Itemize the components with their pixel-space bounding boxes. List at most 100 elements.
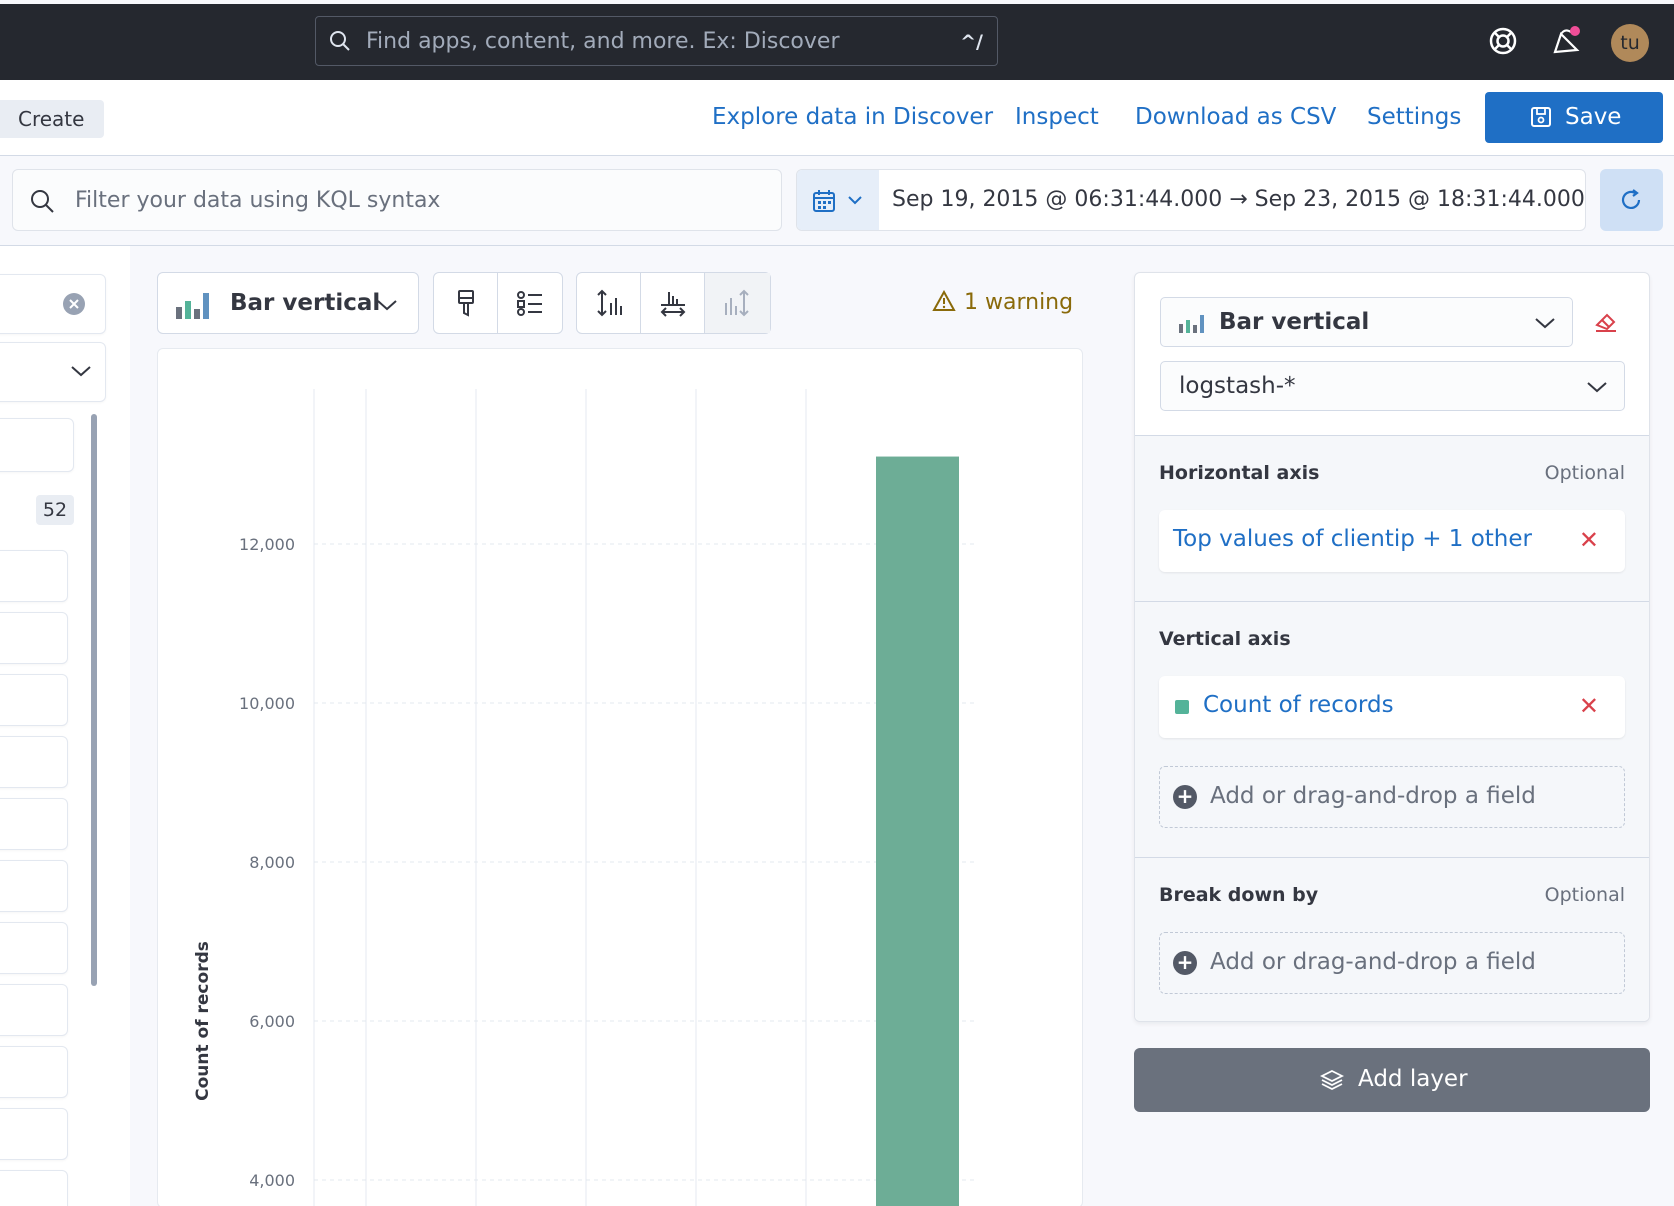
add-field-label: Add or drag-and-drop a field <box>1210 949 1536 975</box>
search-icon <box>31 190 54 213</box>
help-icon[interactable] <box>1486 24 1520 58</box>
bar <box>876 456 959 1206</box>
field-item[interactable] <box>0 1170 68 1206</box>
warning-button[interactable]: 1 warning <box>932 289 1074 315</box>
explore-in-discover-link[interactable]: Explore data in Discover <box>712 104 993 130</box>
search-icon <box>330 31 350 51</box>
search-shortcut: ^/ <box>960 31 983 53</box>
index-pattern-label: logstash-* <box>1179 373 1296 399</box>
global-search-placeholder: Find apps, content, and more. Ex: Discov… <box>366 29 840 54</box>
vertical-dimension-label: Count of records <box>1203 692 1394 718</box>
breakdown-section: Break down by Optional + Add or drag-and… <box>1135 857 1649 1021</box>
clear-layer-icon[interactable] <box>1593 309 1619 335</box>
brush-icon <box>458 290 474 317</box>
breadcrumb[interactable]: Create <box>0 100 105 138</box>
bar-chart: 12,000 10,000 8,000 6,000 4,000 Count of reco… <box>193 389 978 1206</box>
layer-chart-type-label: Bar vertical <box>1219 309 1370 335</box>
scrollbar[interactable] <box>91 414 97 986</box>
chevron-down-icon <box>848 196 862 205</box>
field-item[interactable] <box>0 798 68 850</box>
chart-type-switcher[interactable]: Bar vertical <box>157 272 419 334</box>
chart-panel: 12,000 10,000 8,000 6,000 4,000 Count of reco… <box>157 348 1083 1206</box>
plus-icon: + <box>1173 951 1197 975</box>
add-breakdown-field-dropzone[interactable]: + Add or drag-and-drop a field <box>1159 932 1625 994</box>
axis-toolbar-group <box>576 272 771 334</box>
visual-options-button[interactable] <box>434 273 498 333</box>
bar-chart-icon <box>1179 315 1204 333</box>
vertical-dimension-button[interactable]: Count of records ✕ <box>1159 676 1625 738</box>
bar-chart-icon <box>176 293 209 319</box>
horizontal-axis-title: Horizontal axis <box>1159 462 1320 484</box>
appearance-toolbar-group <box>433 272 563 334</box>
field-count-badge: 52 <box>36 495 74 525</box>
add-layer-button[interactable]: Add layer <box>1134 1048 1650 1112</box>
add-field-label: Add or drag-and-drop a field <box>1210 783 1536 809</box>
y-axis-title: Count of records <box>193 941 213 1101</box>
warning-icon <box>932 289 956 311</box>
y-tick-label: 10,000 <box>239 694 295 713</box>
legend-options-button[interactable] <box>498 273 562 333</box>
field-item[interactable] <box>0 674 68 726</box>
refresh-icon <box>1621 189 1641 209</box>
plus-icon: + <box>1173 785 1197 809</box>
avatar[interactable]: tu <box>1611 24 1649 62</box>
field-item[interactable] <box>0 736 68 788</box>
remove-dimension-icon[interactable]: ✕ <box>1579 526 1599 554</box>
legend-icon <box>517 291 542 316</box>
save-icon <box>1531 107 1551 127</box>
chevron-down-icon <box>377 300 397 311</box>
y-tick-label: 12,000 <box>239 535 295 554</box>
breakdown-title: Break down by <box>1159 884 1319 906</box>
left-axis-icon <box>597 289 622 317</box>
field-search-input[interactable] <box>0 274 106 334</box>
bottom-axis-icon <box>660 292 686 317</box>
horizontal-dimension-label: Top values of clientip + 1 other <box>1173 526 1532 552</box>
date-range-picker[interactable]: Sep 19, 2015 @ 06:31:44.000 → Sep 23, 20… <box>796 169 1586 231</box>
bottom-axis-button[interactable] <box>641 273 705 333</box>
right-axis-button[interactable] <box>705 273 770 333</box>
refresh-button[interactable] <box>1600 169 1663 231</box>
field-item[interactable] <box>0 860 68 912</box>
settings-link[interactable]: Settings <box>1367 104 1461 130</box>
chevron-down-icon <box>71 366 91 377</box>
vertical-axis-section: Vertical axis Count of records ✕ + Add o… <box>1135 601 1649 857</box>
newsfeed-icon[interactable] <box>1549 24 1583 58</box>
index-pattern-select[interactable]: logstash-* <box>1160 361 1625 411</box>
save-button[interactable]: Save <box>1485 92 1663 143</box>
add-vertical-field-dropzone[interactable]: + Add or drag-and-drop a field <box>1159 766 1625 828</box>
left-axis-button[interactable] <box>577 273 641 333</box>
field-item[interactable] <box>0 922 68 974</box>
global-search-input[interactable]: Find apps, content, and more. Ex: Discov… <box>315 16 998 66</box>
field-item[interactable] <box>0 1046 68 1098</box>
horizontal-axis-section: Horizontal axis Optional Top values of c… <box>1135 435 1649 601</box>
quick-date-menu-button[interactable] <box>797 170 879 230</box>
vertical-axis-title: Vertical axis <box>1159 628 1291 650</box>
series-color-swatch <box>1175 700 1189 714</box>
y-tick-label: 8,000 <box>249 853 295 872</box>
layer-config-panel: Bar vertical logstash-* Horizontal axis … <box>1134 272 1650 1022</box>
horizontal-dimension-button[interactable]: Top values of clientip + 1 other ✕ <box>1159 510 1625 572</box>
field-item[interactable] <box>0 1108 68 1160</box>
field-item[interactable] <box>0 984 68 1036</box>
clear-icon[interactable] <box>61 291 87 317</box>
y-tick-label: 6,000 <box>249 1012 295 1031</box>
chart-type-label: Bar vertical <box>230 290 381 316</box>
warning-label: 1 warning <box>964 290 1074 315</box>
kql-placeholder: Filter your data using KQL syntax <box>75 188 441 213</box>
optional-label: Optional <box>1544 462 1625 484</box>
inspect-link[interactable]: Inspect <box>1015 104 1099 130</box>
calendar-icon <box>813 190 835 212</box>
chevron-down-icon <box>1535 318 1555 329</box>
layers-icon <box>1320 1069 1344 1091</box>
add-layer-label: Add layer <box>1358 1066 1468 1092</box>
field-item[interactable] <box>0 550 68 602</box>
field-item[interactable] <box>0 418 74 472</box>
layer-chart-type-select[interactable]: Bar vertical <box>1160 297 1573 347</box>
remove-dimension-icon[interactable]: ✕ <box>1579 692 1599 720</box>
date-range-text: Sep 19, 2015 @ 06:31:44.000 → Sep 23, 20… <box>892 187 1585 212</box>
optional-label: Optional <box>1544 884 1625 906</box>
y-tick-label: 4,000 <box>249 1171 295 1190</box>
download-csv-link[interactable]: Download as CSV <box>1135 104 1336 130</box>
field-item[interactable] <box>0 612 68 664</box>
kql-filter-input[interactable]: Filter your data using KQL syntax <box>12 169 782 231</box>
